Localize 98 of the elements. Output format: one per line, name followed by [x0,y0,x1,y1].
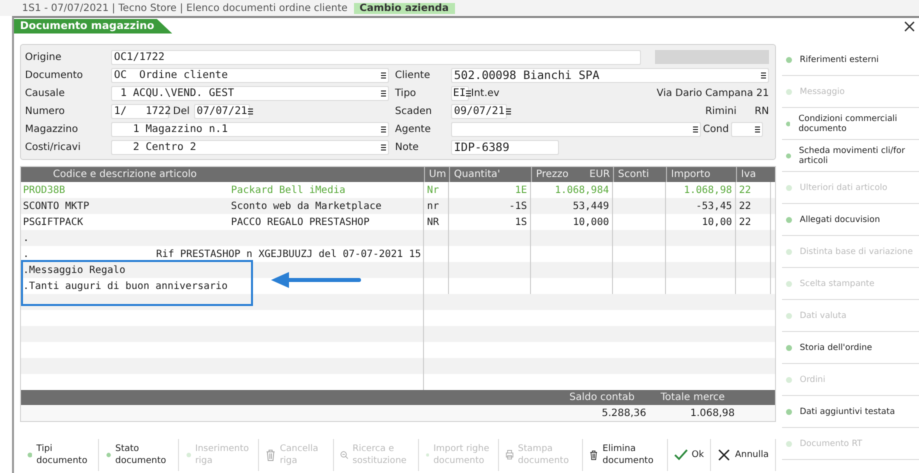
table-row[interactable]: SCONTO MKTP Sconto web da Marketplace nr -1S 53,449 -53,45 22 [21,198,775,214]
background-window-title: 1S1 - 07/07/2021 | Tecno Store | Elenco documenti ordine cliente [22,2,348,14]
field-label: Causale [25,88,66,98]
vat-cell: 22 [739,184,752,196]
article-code: .Messaggio Regalo [23,264,126,276]
totals-value: 1.068,98 [690,408,735,418]
price-cell: 1.068,984 [554,184,609,196]
price-cell: 53,449 [572,200,609,212]
table-row[interactable]: PSGIFTPACK PACCO REGALO PRESTASHOP NR 1S 10,000 10,00 22 [21,214,775,230]
origin-field[interactable]: OC1/1722 [111,50,641,64]
dot-icon [786,376,792,382]
dot-icon [786,152,791,158]
article-description: PACCO REGALO PRESTASHOP [231,216,370,228]
field-label: Del [173,106,190,116]
dot-icon [786,248,792,254]
dot-icon [786,280,792,286]
table-row[interactable]: .Messaggio Regalo [21,262,775,278]
type-description: Int.ev [471,88,500,98]
quantity-cell: 1E [514,184,527,196]
table-row[interactable]: . [21,230,775,246]
dot-icon [786,56,792,62]
notes-field[interactable]: IDP-6389 [451,140,559,154]
list-icon[interactable] [381,126,386,132]
window-title: Documento magazzino [14,18,172,34]
field-label: Tipo [394,88,418,98]
field-label: Note [394,142,420,152]
column-header: Prezzo [536,169,569,180]
amount-cell: -53,45 [696,200,732,212]
list-icon[interactable] [248,108,254,114]
date-field[interactable]: 07/07/21 [194,104,250,118]
dot-icon [786,120,790,126]
condition-field[interactable] [730,122,763,136]
list-icon[interactable] [381,90,386,96]
field-label: Cliente [394,70,432,80]
company-change-button[interactable]: Cambio azienda [354,2,455,14]
amount-cell: 1.068,98 [684,184,732,196]
dot-icon [786,88,792,94]
dropdown-field[interactable]: OC Ordine cliente [111,68,389,82]
vat-cell: 22 [739,216,752,228]
address-text: Via Dario Campana 21 [656,88,769,98]
field-label: Agente [394,124,432,134]
dot-icon [786,408,792,414]
totals-label: Saldo contab [569,392,635,403]
field-label: Scaden [394,106,433,116]
totals-value: 5.288,36 [602,408,646,418]
article-description: Packard Bell iMedia [231,184,346,196]
dot-icon [786,184,792,190]
list-icon[interactable] [693,126,698,132]
field-label: Documento [25,70,84,80]
agent-field[interactable] [451,122,701,136]
amount-cell: 10,00 [702,216,732,228]
list-icon[interactable] [506,108,511,114]
list-icon[interactable] [761,72,766,78]
list-icon[interactable] [381,72,386,78]
price-cell: 10,000 [572,216,609,228]
column-header: Codice e descrizione articolo [52,168,198,182]
unit-cell: Nr [427,184,440,196]
dot-icon [786,312,792,318]
list-icon[interactable] [754,126,760,132]
field-label: Costi/ricavi [25,142,82,152]
article-code: . [23,248,30,260]
article-code: . [23,232,30,244]
dropdown-field[interactable]: 1 Magazzino n.1 [111,122,389,136]
close-icon[interactable] [904,20,915,32]
list-icon[interactable] [381,144,386,150]
column-header: EUR [589,169,610,180]
article-description: Sconto web da Marketplace [231,200,382,212]
dropdown-field[interactable]: 502.00098 Bianchi SPA [451,68,769,82]
check-icon [674,447,688,463]
vat-cell: 22 [739,200,752,212]
city-text: Rimini [705,106,737,116]
quantity-cell: -1S [508,200,527,212]
dot-icon [786,216,792,222]
cross-icon [716,447,731,463]
dot-icon [786,440,792,446]
quantity-cell: 1S [514,216,527,228]
field-label: Origine [25,52,62,62]
field-label: Cond [703,124,729,134]
field-label: Magazzino [25,124,79,134]
article-code: SCONTO MKTP [23,200,90,212]
list-icon[interactable] [466,90,471,96]
unit-cell: nr [427,200,440,212]
table-row[interactable]: . Rif PRESTASHOP n XGEJBUUZJ del 07-07-2021 15 [21,246,775,262]
article-code: PROD38B [23,184,66,196]
article-description: Rif PRESTASHOP n XGEJBUUZJ del 07-07-2021 15 [156,248,421,260]
totals-label: Totale merce [660,392,725,403]
city-text: RN [754,106,769,116]
code-field[interactable]: EI [451,86,469,100]
dropdown-field[interactable]: 1 ACQU.\VEND. GEST [111,86,389,100]
field-label: Numero [25,106,66,116]
dot-icon [786,344,792,350]
table-row[interactable]: .Tanti auguri di buon anniversario [21,278,775,294]
article-code: .Tanti auguri di buon anniversario [23,280,228,292]
number-field[interactable]: 1/ 1722 [111,104,169,118]
article-code: PSGIFTPACK [23,216,84,228]
trash-icon [264,447,276,463]
unit-cell: NR [427,216,440,228]
dropdown-field[interactable]: 2 Centro 2 [111,140,389,154]
